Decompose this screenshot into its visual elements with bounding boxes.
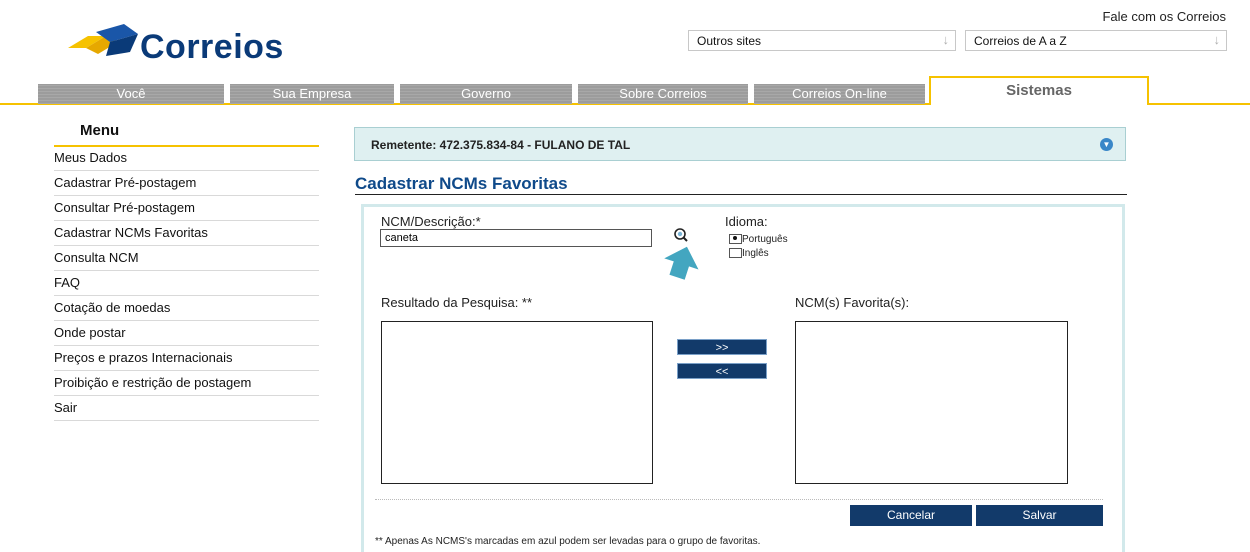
favorites-list[interactable]	[795, 321, 1068, 484]
radio-ingles-label: Inglês	[742, 248, 769, 259]
idioma-label: Idioma:	[725, 214, 768, 229]
menu-item-onde-postar[interactable]: Onde postar	[54, 321, 319, 346]
menu-title: Menu	[80, 122, 120, 139]
menu-item-sair[interactable]: Sair	[54, 396, 319, 421]
idioma-option-ingles[interactable]: Inglês	[729, 244, 769, 259]
correios-logo-text: Correios	[140, 28, 284, 66]
menu-item-consultar-pre-postagem[interactable]: Consultar Pré-postagem	[54, 196, 319, 221]
tab-sua-empresa[interactable]: Sua Empresa	[230, 84, 394, 104]
page-title: Cadastrar NCMs Favoritas	[355, 174, 568, 193]
search-icon[interactable]	[673, 227, 689, 243]
tab-voce[interactable]: Você	[38, 84, 224, 104]
tab-sistemas[interactable]: Sistemas	[929, 76, 1149, 105]
outros-sites-value: Outros sites	[697, 34, 762, 48]
active-tab-gap	[931, 103, 1147, 106]
menu-item-consulta-ncm[interactable]: Consulta NCM	[54, 246, 319, 271]
tab-sobre-correios[interactable]: Sobre Correios	[578, 84, 748, 104]
ncm-search-input[interactable]	[380, 229, 652, 247]
chevron-down-icon: ↓	[942, 32, 950, 47]
remetente-bar: Remetente: 472.375.834-84 - FULANO DE TA…	[354, 127, 1126, 161]
fale-com-correios-link[interactable]: Fale com os Correios	[1102, 9, 1226, 24]
add-to-favorites-button[interactable]: >>	[677, 339, 767, 355]
favorites-label: NCM(s) Favorita(s):	[795, 295, 910, 310]
menu-item-cotacao-moedas[interactable]: Cotação de moedas	[54, 296, 319, 321]
result-label: Resultado da Pesquisa: **	[381, 295, 533, 310]
menu-item-faq[interactable]: FAQ	[54, 271, 319, 296]
radio-portugues[interactable]	[729, 233, 742, 244]
expand-chevron-icon[interactable]: ▼	[1100, 138, 1113, 151]
footnote: ** Apenas As NCMS's marcadas em azul pod…	[375, 536, 761, 547]
outros-sites-select[interactable]: Outros sites ↓	[688, 30, 956, 51]
correios-az-select[interactable]: Correios de A a Z ↓	[965, 30, 1227, 51]
cancel-button[interactable]: Cancelar	[850, 505, 972, 526]
menu-item-proibicao-restricao[interactable]: Proibição e restrição de postagem	[54, 371, 319, 396]
chevron-down-icon: ↓	[1213, 32, 1221, 47]
form-divider	[375, 499, 1103, 500]
idioma-option-portugues[interactable]: Português	[729, 230, 788, 245]
search-results-list[interactable]	[381, 321, 653, 484]
radio-ingles[interactable]	[729, 247, 742, 258]
menu-item-cadastrar-pre-postagem[interactable]: Cadastrar Pré-postagem	[54, 171, 319, 196]
side-menu: Meus Dados Cadastrar Pré-postagem Consul…	[54, 146, 319, 421]
remove-from-favorites-button[interactable]: <<	[677, 363, 767, 379]
arrow-up-icon	[664, 246, 699, 280]
menu-item-meus-dados[interactable]: Meus Dados	[54, 146, 319, 171]
save-button[interactable]: Salvar	[976, 505, 1103, 526]
ncm-label: NCM/Descrição:*	[381, 214, 481, 229]
title-divider	[355, 194, 1127, 195]
correios-az-value: Correios de A a Z	[974, 34, 1067, 48]
tab-correios-online[interactable]: Correios On-line	[754, 84, 925, 104]
menu-item-precos-prazos[interactable]: Preços e prazos Internacionais	[54, 346, 319, 371]
tab-governo[interactable]: Governo	[400, 84, 572, 104]
remetente-text: Remetente: 472.375.834-84 - FULANO DE TA…	[371, 138, 631, 152]
menu-item-cadastrar-ncms-favoritas[interactable]: Cadastrar NCMs Favoritas	[54, 221, 319, 246]
